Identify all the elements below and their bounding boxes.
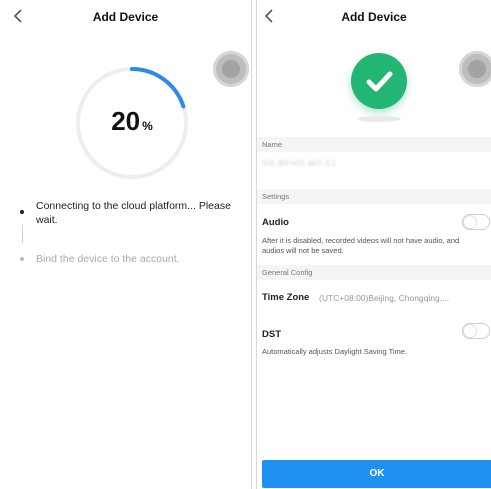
step-pending-dot <box>20 257 24 261</box>
step-bind-device: Bind the device to the account. <box>36 253 180 265</box>
ok-button[interactable]: OK <box>262 460 491 488</box>
assistive-touch-icon[interactable] <box>213 51 249 87</box>
check-shadow <box>357 116 401 122</box>
dst-description: Automatically adjusts Daylight Saving Ti… <box>262 347 408 356</box>
page-title: Add Device <box>92 10 159 24</box>
time-zone-label: Time Zone <box>262 292 310 303</box>
progress-ring: 20% <box>72 63 192 183</box>
left-panel: Add Device 20% Connecting to the cloud p… <box>0 0 252 489</box>
dst-toggle[interactable] <box>462 323 490 339</box>
step-active-dot <box>20 210 24 214</box>
assistive-touch-icon[interactable] <box>459 51 491 87</box>
progress-unit: % <box>142 119 153 133</box>
settings-section-header: Settings <box>257 189 491 204</box>
toggle-knob <box>464 325 476 337</box>
progress-number: 20 <box>111 106 141 136</box>
progress-percentage: 20% <box>72 106 192 137</box>
audio-description: After it is disabled, recorded videos wi… <box>262 236 460 255</box>
success-check-icon <box>351 53 407 109</box>
step-connector <box>22 225 23 243</box>
general-config-header: General Config <box>257 265 491 280</box>
name-section-header: Name <box>257 137 491 152</box>
step-connecting: Connecting to the cloud platform... Plea… <box>36 200 231 226</box>
time-zone-value[interactable]: (UTC+08:00)Beijing, Chongqing,... <box>319 293 449 303</box>
audio-label: Audio <box>262 217 289 228</box>
audio-toggle[interactable] <box>462 214 490 230</box>
right-panel: Add Device Name SN-BFHO-M2-S1 Settings A… <box>256 0 491 489</box>
dst-label: DST <box>262 329 281 340</box>
toggle-knob <box>464 216 476 228</box>
device-name-value: SN-BFHO-M2-S1 <box>262 159 338 168</box>
page-title: Add Device <box>341 10 407 24</box>
